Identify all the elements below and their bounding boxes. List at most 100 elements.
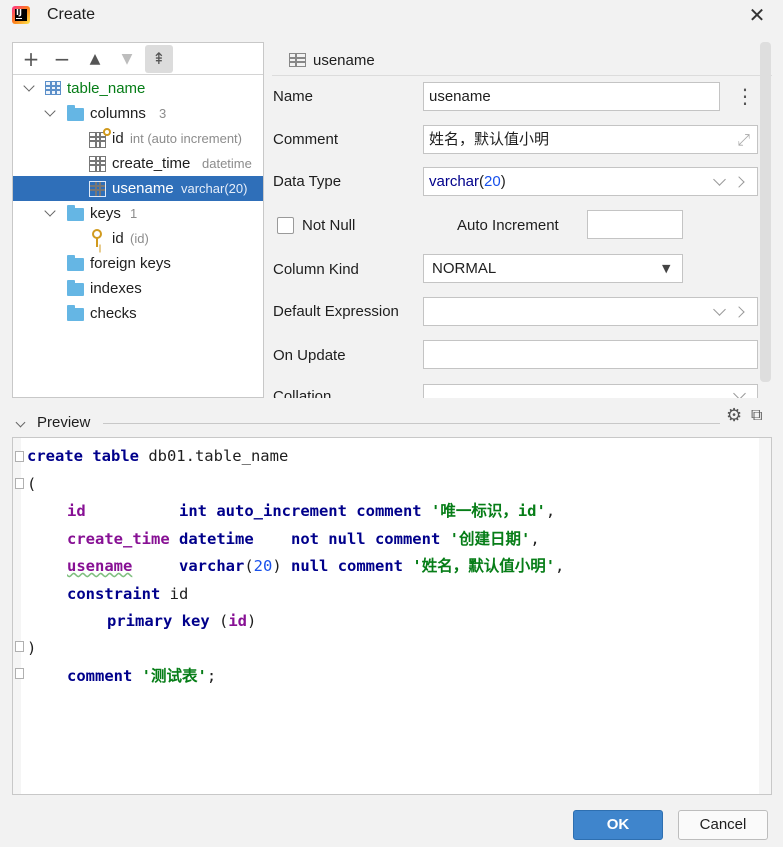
sql-keyword: comment bbox=[67, 667, 133, 685]
sql-punct: ; bbox=[206, 667, 217, 685]
tree-item-column-usename[interactable]: usename varchar(20) bbox=[13, 176, 263, 201]
data-type-input[interactable]: varchar(20) bbox=[423, 167, 758, 196]
gear-icon[interactable]: ⚙ bbox=[726, 405, 742, 426]
editor-scrollbar[interactable] bbox=[759, 438, 771, 794]
sql-paren: ( bbox=[27, 475, 37, 493]
tree-item-table[interactable]: table_name bbox=[13, 76, 263, 101]
tree-item-keys[interactable]: keys 1 bbox=[13, 201, 263, 226]
code-line: constraint id bbox=[67, 584, 188, 604]
chevron-down-icon[interactable] bbox=[44, 207, 56, 219]
remove-icon[interactable]: − bbox=[50, 47, 74, 71]
fold-marker-icon[interactable] bbox=[15, 451, 24, 462]
keys-count: 1 bbox=[130, 206, 138, 221]
chevron-right-icon[interactable] bbox=[733, 176, 745, 188]
column-type: varchar(20) bbox=[181, 181, 248, 196]
folder-icon bbox=[67, 105, 84, 121]
properties-scrollbar[interactable] bbox=[760, 42, 771, 382]
column-kind-label: Column Kind bbox=[273, 261, 359, 278]
add-icon[interactable]: + bbox=[19, 47, 43, 71]
column-type: datetime bbox=[202, 156, 252, 171]
name-label: Name bbox=[273, 88, 314, 105]
sql-number: 20 bbox=[253, 557, 273, 575]
on-update-input[interactable] bbox=[423, 340, 758, 369]
columns-count: 3 bbox=[159, 106, 167, 121]
key-icon bbox=[103, 128, 111, 136]
sql-identifier: id bbox=[160, 585, 189, 603]
editor-gutter bbox=[13, 438, 21, 794]
on-update-label: On Update bbox=[273, 347, 346, 364]
chevron-down-icon[interactable] bbox=[713, 303, 726, 316]
fold-marker-icon[interactable] bbox=[15, 478, 24, 489]
sql-column: create_time bbox=[67, 530, 170, 548]
chevron-down-icon[interactable] bbox=[733, 387, 746, 398]
sql-column: usename bbox=[67, 557, 133, 575]
chevron-down-icon[interactable] bbox=[713, 173, 726, 186]
chevron-down-icon[interactable] bbox=[23, 82, 35, 94]
sql-string: '姓名，默认值小明' bbox=[412, 557, 556, 575]
code-line: primary key (id) bbox=[107, 611, 256, 631]
more-options-icon[interactable]: ⋮ bbox=[735, 84, 755, 108]
column-icon bbox=[89, 156, 106, 172]
sql-punct: , bbox=[555, 557, 565, 575]
data-type-close-paren: ) bbox=[500, 173, 506, 190]
tree-item-foreign-keys[interactable]: foreign keys bbox=[13, 251, 263, 276]
sql-keyword: datetime not null comment bbox=[179, 530, 441, 548]
collation-input[interactable] bbox=[423, 384, 758, 398]
cancel-button[interactable]: Cancel bbox=[678, 810, 768, 840]
pin-to-top-icon[interactable]: ⇞ bbox=[145, 45, 173, 73]
open-in-editor-icon[interactable]: ⧉ bbox=[751, 405, 762, 425]
sql-punct: , bbox=[545, 502, 556, 520]
tree-item-checks[interactable]: checks bbox=[13, 301, 263, 326]
sql-column: id bbox=[228, 612, 247, 630]
tree-item-columns[interactable]: columns 3 bbox=[13, 101, 263, 126]
tree-item-key-id[interactable]: id (id) bbox=[13, 226, 263, 251]
column-kind-value: NORMAL bbox=[432, 260, 497, 277]
indexes-label: indexes bbox=[90, 280, 142, 297]
sql-paren: ) bbox=[27, 639, 37, 657]
sql-preview-editor[interactable]: create table db01.table_name ( id int au… bbox=[12, 437, 772, 795]
auto-increment-input[interactable] bbox=[587, 210, 683, 239]
key-name: id bbox=[112, 230, 124, 247]
sql-column: id bbox=[67, 502, 86, 520]
fold-marker-icon[interactable] bbox=[15, 668, 24, 679]
column-name: usename bbox=[112, 180, 174, 197]
sql-paren: ( bbox=[244, 557, 254, 575]
chevron-right-icon[interactable] bbox=[733, 306, 745, 318]
comment-value: 姓名，默认值小明 bbox=[429, 131, 550, 148]
tree-toolbar: + − ▲ ▼ ⇞ bbox=[13, 43, 263, 75]
folder-icon bbox=[67, 280, 84, 296]
chevron-down-icon[interactable] bbox=[44, 107, 56, 119]
chevron-down-icon[interactable] bbox=[15, 417, 26, 428]
not-null-checkbox[interactable] bbox=[277, 217, 294, 234]
divider bbox=[272, 75, 772, 76]
comment-label: Comment bbox=[273, 131, 339, 148]
default-expression-input[interactable] bbox=[423, 297, 758, 326]
sql-keyword: constraint bbox=[67, 585, 161, 603]
expand-icon[interactable]: ⤢ bbox=[737, 126, 750, 153]
sql-keyword: int auto_increment comment bbox=[179, 502, 422, 520]
comment-input[interactable]: 姓名，默认值小明 ⤢ bbox=[423, 125, 758, 154]
code-line: usename varchar(20) null comment '姓名，默认值… bbox=[67, 556, 564, 576]
not-null-label: Not Null bbox=[302, 217, 356, 234]
collation-row-clipped: Collation bbox=[264, 380, 760, 398]
move-down-icon[interactable]: ▼ bbox=[115, 47, 139, 71]
tree-item-indexes[interactable]: indexes bbox=[13, 276, 263, 301]
folder-icon bbox=[67, 255, 84, 271]
sql-keyword: primary key bbox=[107, 612, 210, 630]
name-input[interactable]: usename bbox=[423, 82, 720, 111]
close-icon[interactable]: ✕ bbox=[746, 4, 768, 26]
move-up-icon[interactable]: ▲ bbox=[83, 47, 107, 71]
column-kind-select[interactable]: NORMAL ▼ bbox=[423, 254, 683, 283]
tree-item-column-create-time[interactable]: create_time datetime bbox=[13, 151, 263, 176]
data-type-name: varchar bbox=[429, 173, 480, 190]
code-line: ) bbox=[27, 638, 36, 658]
fold-marker-icon[interactable] bbox=[15, 641, 24, 652]
code-line: create table db01.table_name bbox=[27, 446, 288, 466]
ok-button[interactable]: OK bbox=[573, 810, 663, 840]
column-icon bbox=[89, 128, 111, 148]
tree-item-column-id[interactable]: id int (auto increment) bbox=[13, 126, 263, 151]
key-icon bbox=[92, 229, 102, 247]
preview-label: Preview bbox=[37, 414, 91, 431]
default-expression-label: Default Expression bbox=[273, 303, 399, 320]
dropdown-arrow-icon: ▼ bbox=[662, 262, 671, 275]
